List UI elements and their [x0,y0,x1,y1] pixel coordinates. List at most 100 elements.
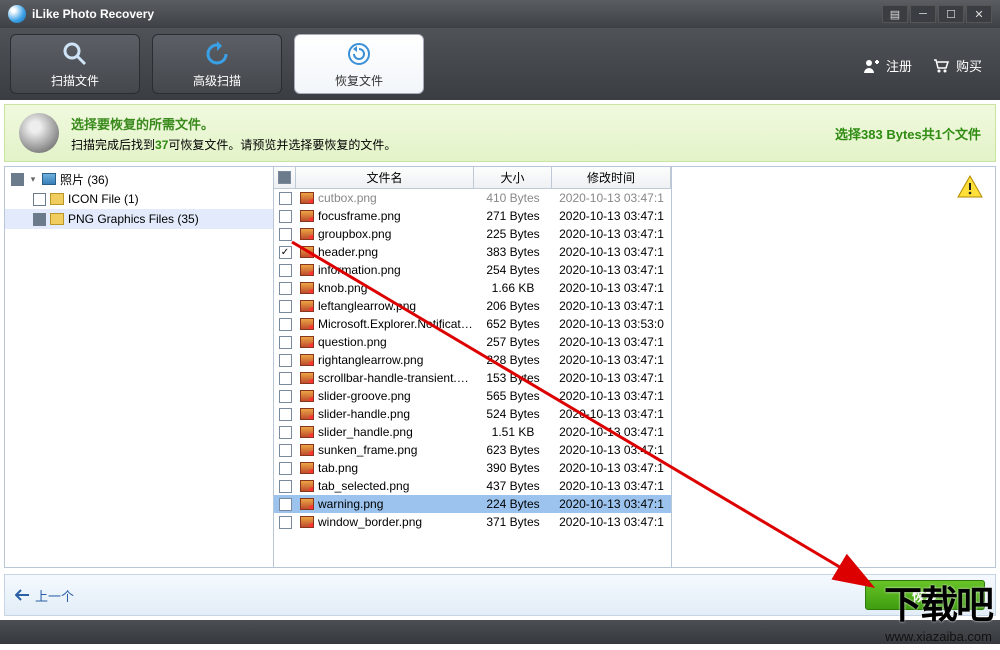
checkbox-icon[interactable] [33,193,46,206]
table-row[interactable]: window_border.png371 Bytes2020-10-13 03:… [274,513,671,531]
table-row[interactable]: information.png254 Bytes2020-10-13 03:47… [274,261,671,279]
row-checkbox[interactable] [279,282,292,295]
file-name: tab.png [318,461,358,475]
tree-node[interactable]: ICON File (1) [5,189,273,209]
menu-icon[interactable]: ▤ [882,5,908,23]
image-file-icon [300,336,314,348]
header-name[interactable]: 文件名 [296,167,474,188]
file-size: 1.51 KB [474,425,552,439]
image-file-icon [300,426,314,438]
row-checkbox[interactable] [279,444,292,457]
info-heading: 选择要恢复的所需文件。 [71,114,835,133]
file-name: rightanglearrow.png [318,353,423,367]
table-row[interactable]: question.png257 Bytes2020-10-13 03:47:1 [274,333,671,351]
row-checkbox[interactable] [279,336,292,349]
table-row[interactable]: scrollbar-handle-transient.png153 Bytes2… [274,369,671,387]
tree-node[interactable]: ▾ 照片 (36) [5,169,273,189]
row-checkbox[interactable] [279,300,292,313]
table-row[interactable]: groupbox.png225 Bytes2020-10-13 03:47:1 [274,225,671,243]
row-checkbox[interactable] [279,318,292,331]
row-checkbox[interactable] [279,462,292,475]
header-date[interactable]: 修改时间 [552,167,671,188]
row-checkbox[interactable] [279,390,292,403]
close-button[interactable]: ✕ [966,5,992,23]
collapse-icon[interactable]: ▾ [28,174,38,185]
file-date: 2020-10-13 03:47:1 [552,281,671,295]
tab-recover-files[interactable]: 恢复文件 [294,34,424,94]
tab-advanced-scan[interactable]: 高级扫描 [152,34,282,94]
row-checkbox[interactable] [279,354,292,367]
register-button[interactable]: 注册 [862,56,912,75]
arrow-left-icon [15,589,29,601]
table-row[interactable]: slider-handle.png524 Bytes2020-10-13 03:… [274,405,671,423]
table-row[interactable]: cutbox.png410 Bytes2020-10-13 03:47:1 [274,189,671,207]
row-checkbox[interactable]: ✓ [279,246,292,259]
file-name: warning.png [318,497,383,511]
row-checkbox[interactable] [279,516,292,529]
file-date: 2020-10-13 03:47:1 [552,209,671,223]
row-checkbox[interactable] [279,372,292,385]
checkbox-icon[interactable] [33,213,46,226]
file-date: 2020-10-13 03:47:1 [552,461,671,475]
image-file-icon [300,354,314,366]
table-row[interactable]: slider_handle.png1.51 KB2020-10-13 03:47… [274,423,671,441]
table-row[interactable]: knob.png1.66 KB2020-10-13 03:47:1 [274,279,671,297]
file-size: 410 Bytes [474,191,552,205]
tree-node[interactable]: PNG Graphics Files (35) [5,209,273,229]
row-checkbox[interactable] [279,264,292,277]
row-checkbox[interactable] [279,228,292,241]
table-row[interactable]: warning.png224 Bytes2020-10-13 03:47:1 [274,495,671,513]
buy-button[interactable]: 购买 [932,56,982,75]
image-file-icon [300,516,314,528]
minimize-button[interactable]: ─ [910,5,936,23]
image-file-icon [300,498,314,510]
checkbox-icon[interactable] [11,173,24,186]
file-name: Microsoft.Explorer.Notificatio… [318,317,474,331]
file-name: window_border.png [318,515,422,529]
file-date: 2020-10-13 03:47:1 [552,443,671,457]
row-checkbox[interactable] [279,426,292,439]
row-checkbox[interactable] [279,408,292,421]
file-size: 271 Bytes [474,209,552,223]
info-text: 选择要恢复的所需文件。 扫描完成后找到37可恢复文件。请预览并选择要恢复的文件。 [71,114,835,153]
file-name: cutbox.png [318,191,377,205]
category-tree[interactable]: ▾ 照片 (36)ICON File (1) PNG Graphics Files … [4,166,274,568]
image-file-icon [300,408,314,420]
footer-bar [0,620,1000,644]
table-row[interactable]: Microsoft.Explorer.Notificatio…652 Bytes… [274,315,671,333]
file-size: 437 Bytes [474,479,552,493]
tree-label: PNG Graphics Files (35) [68,212,199,226]
folder-icon [42,173,56,185]
image-file-icon [300,282,314,294]
row-checkbox[interactable] [279,210,292,223]
row-checkbox[interactable] [279,498,292,511]
table-row[interactable]: focusframe.png271 Bytes2020-10-13 03:47:… [274,207,671,225]
tree-label: 照片 (36) [60,171,109,188]
header-size[interactable]: 大小 [474,167,552,188]
table-row[interactable]: leftanglearrow.png206 Bytes2020-10-13 03… [274,297,671,315]
refresh-icon [203,40,231,68]
file-size: 390 Bytes [474,461,552,475]
table-body[interactable]: cutbox.png410 Bytes2020-10-13 03:47:1foc… [274,189,671,567]
table-row[interactable]: rightanglearrow.png228 Bytes2020-10-13 0… [274,351,671,369]
table-row[interactable]: slider-groove.png565 Bytes2020-10-13 03:… [274,387,671,405]
table-row[interactable]: sunken_frame.png623 Bytes2020-10-13 03:4… [274,441,671,459]
file-size: 153 Bytes [474,371,552,385]
file-name: sunken_frame.png [318,443,417,457]
file-date: 2020-10-13 03:47:1 [552,515,671,529]
table-row[interactable]: ✓header.png383 Bytes2020-10-13 03:47:1 [274,243,671,261]
file-size: 383 Bytes [474,245,552,259]
recover-button[interactable]: 恢复 [865,580,985,610]
table-row[interactable]: tab.png 390 Bytes2020-10-13 03:47:1 [274,459,671,477]
previous-button[interactable]: 上一个 [15,586,74,605]
file-date: 2020-10-13 03:47:1 [552,227,671,241]
tab-scan-files[interactable]: 扫描文件 [10,34,140,94]
row-checkbox[interactable] [279,192,292,205]
image-file-icon [300,192,314,204]
table-row[interactable]: tab_selected.png437 Bytes2020-10-13 03:4… [274,477,671,495]
file-size: 206 Bytes [474,299,552,313]
maximize-button[interactable]: ☐ [938,5,964,23]
header-checkbox[interactable] [274,167,296,188]
file-size: 254 Bytes [474,263,552,277]
row-checkbox[interactable] [279,480,292,493]
